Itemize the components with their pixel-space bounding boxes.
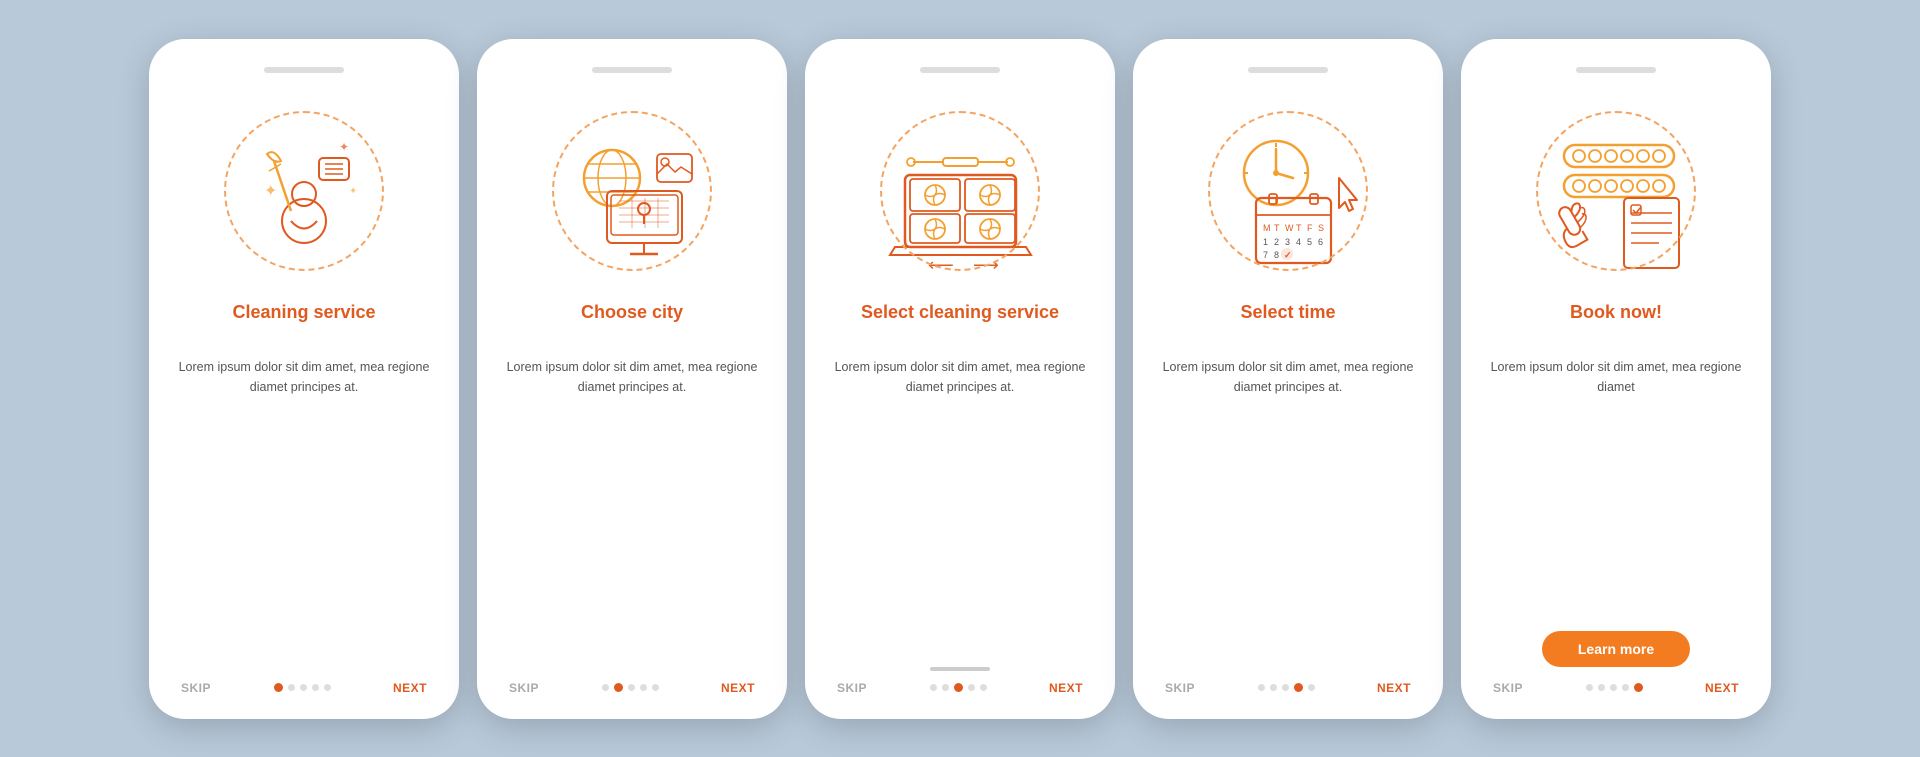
phone-2: Choose city Lorem ipsum dolor sit dim am… bbox=[477, 39, 787, 719]
learn-more-button[interactable]: Learn more bbox=[1542, 631, 1690, 667]
dot-2-1 bbox=[602, 684, 609, 691]
phone-3-nav: SKIP NEXT bbox=[829, 681, 1091, 695]
nav-dots-4 bbox=[1258, 683, 1315, 692]
phone-5-title: Book now! bbox=[1570, 301, 1662, 345]
next-button-2[interactable]: NEXT bbox=[721, 681, 755, 695]
dot-4-1 bbox=[1258, 684, 1265, 691]
dot-3-5 bbox=[980, 684, 987, 691]
skip-button-5[interactable]: SKIP bbox=[1493, 681, 1523, 695]
dot-3-2 bbox=[942, 684, 949, 691]
phone-5-nav: SKIP NEXT bbox=[1485, 681, 1747, 695]
dot-5-2 bbox=[1598, 684, 1605, 691]
phone-1-title: Cleaning service bbox=[232, 301, 375, 345]
phone-1-icon-area: ✦ ✦ ✦ bbox=[204, 91, 404, 291]
phone-3: ⟵ ⟶ Select cleaning service Lorem ipsum … bbox=[805, 39, 1115, 719]
phone-speaker-2 bbox=[592, 67, 672, 73]
dot-3-4 bbox=[968, 684, 975, 691]
phone-3-desc: Lorem ipsum dolor sit dim amet, mea regi… bbox=[829, 357, 1091, 661]
next-button-1[interactable]: NEXT bbox=[393, 681, 427, 695]
phone-1: ✦ ✦ ✦ Cleaning service Lorem ipsum dolor… bbox=[149, 39, 459, 719]
dot-1-4 bbox=[312, 684, 319, 691]
next-button-3[interactable]: NEXT bbox=[1049, 681, 1083, 695]
phone-5-icon-area bbox=[1516, 91, 1716, 291]
phone-2-desc: Lorem ipsum dolor sit dim amet, mea regi… bbox=[501, 357, 763, 671]
phone-4-title: Select time bbox=[1240, 301, 1335, 345]
next-button-5[interactable]: NEXT bbox=[1705, 681, 1739, 695]
dot-1-5 bbox=[324, 684, 331, 691]
skip-button-1[interactable]: SKIP bbox=[181, 681, 211, 695]
dot-1-3 bbox=[300, 684, 307, 691]
dot-4-2 bbox=[1270, 684, 1277, 691]
phones-container: ✦ ✦ ✦ Cleaning service Lorem ipsum dolor… bbox=[109, 9, 1811, 749]
dot-1-2 bbox=[288, 684, 295, 691]
dot-2-4 bbox=[640, 684, 647, 691]
phone-speaker-5 bbox=[1576, 67, 1656, 73]
phone-speaker-4 bbox=[1248, 67, 1328, 73]
phone-4-nav: SKIP NEXT bbox=[1157, 681, 1419, 695]
dot-5-5 bbox=[1634, 683, 1643, 692]
next-button-4[interactable]: NEXT bbox=[1377, 681, 1411, 695]
dot-1-1 bbox=[274, 683, 283, 692]
dot-2-3 bbox=[628, 684, 635, 691]
dot-3-3 bbox=[954, 683, 963, 692]
dot-5-1 bbox=[1586, 684, 1593, 691]
skip-button-4[interactable]: SKIP bbox=[1165, 681, 1195, 695]
dot-4-4 bbox=[1294, 683, 1303, 692]
dot-2-5 bbox=[652, 684, 659, 691]
skip-button-3[interactable]: SKIP bbox=[837, 681, 867, 695]
nav-dots-5 bbox=[1586, 683, 1643, 692]
phone-4: M T W T F S 1 2 3 4 5 6 7 8 ✓ bbox=[1133, 39, 1443, 719]
dot-5-4 bbox=[1622, 684, 1629, 691]
dot-4-5 bbox=[1308, 684, 1315, 691]
dot-3-1 bbox=[930, 684, 937, 691]
dot-5-3 bbox=[1610, 684, 1617, 691]
phone-speaker-3 bbox=[920, 67, 1000, 73]
phone-speaker bbox=[264, 67, 344, 73]
dot-2-2 bbox=[614, 683, 623, 692]
phone-1-desc: Lorem ipsum dolor sit dim amet, mea regi… bbox=[173, 357, 435, 671]
phone-5: Book now! Lorem ipsum dolor sit dim amet… bbox=[1461, 39, 1771, 719]
dashed-circle-2 bbox=[552, 111, 712, 271]
phone-4-icon-area: M T W T F S 1 2 3 4 5 6 7 8 ✓ bbox=[1188, 91, 1388, 291]
phone-5-desc: Lorem ipsum dolor sit dim amet, mea regi… bbox=[1485, 357, 1747, 623]
phone-2-nav: SKIP NEXT bbox=[501, 681, 763, 695]
phone-3-icon-area: ⟵ ⟶ bbox=[860, 91, 1060, 291]
phone-2-icon-area bbox=[532, 91, 732, 291]
dashed-circle bbox=[224, 111, 384, 271]
dashed-circle-5 bbox=[1536, 111, 1696, 271]
phone-3-title: Select cleaning service bbox=[861, 301, 1059, 345]
nav-dots-3 bbox=[930, 683, 987, 692]
skip-button-2[interactable]: SKIP bbox=[509, 681, 539, 695]
dashed-circle-3 bbox=[880, 111, 1040, 271]
phone-1-nav: SKIP NEXT bbox=[173, 681, 435, 695]
scroll-bar-3 bbox=[930, 667, 990, 671]
phone-2-title: Choose city bbox=[581, 301, 683, 345]
phone-4-desc: Lorem ipsum dolor sit dim amet, mea regi… bbox=[1157, 357, 1419, 671]
nav-dots-1 bbox=[274, 683, 331, 692]
dot-4-3 bbox=[1282, 684, 1289, 691]
nav-dots-2 bbox=[602, 683, 659, 692]
dashed-circle-4 bbox=[1208, 111, 1368, 271]
